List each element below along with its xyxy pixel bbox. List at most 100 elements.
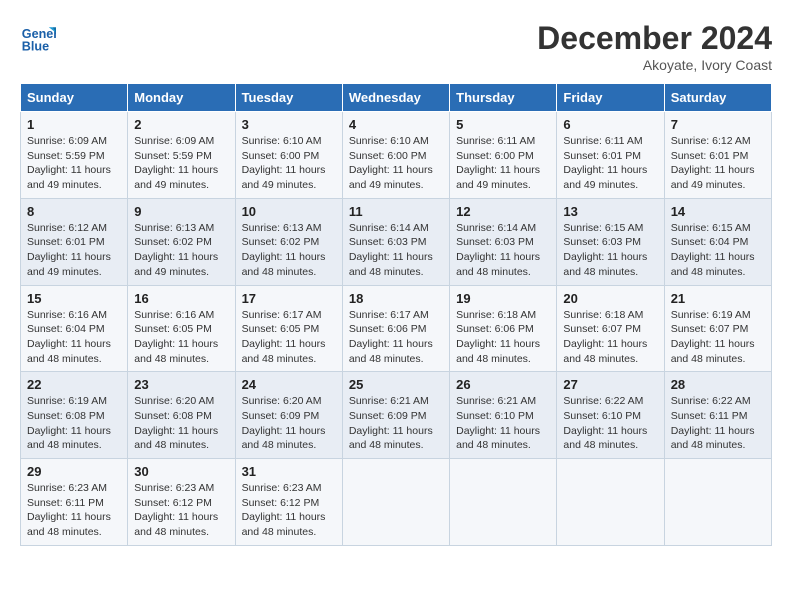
day-info: Sunrise: 6:20 AM Sunset: 6:09 PM Dayligh… — [242, 394, 336, 453]
calendar-cell: 22 Sunrise: 6:19 AM Sunset: 6:08 PM Dayl… — [21, 372, 128, 459]
calendar-row: 1 Sunrise: 6:09 AM Sunset: 5:59 PM Dayli… — [21, 112, 772, 199]
day-number: 29 — [27, 464, 121, 479]
svg-text:Blue: Blue — [22, 40, 49, 54]
day-number: 31 — [242, 464, 336, 479]
calendar-cell: 14 Sunrise: 6:15 AM Sunset: 6:04 PM Dayl… — [664, 198, 771, 285]
day-number: 12 — [456, 204, 550, 219]
col-thursday: Thursday — [450, 84, 557, 112]
day-number: 26 — [456, 377, 550, 392]
calendar-row: 8 Sunrise: 6:12 AM Sunset: 6:01 PM Dayli… — [21, 198, 772, 285]
day-info: Sunrise: 6:10 AM Sunset: 6:00 PM Dayligh… — [242, 134, 336, 193]
calendar-header: Sunday Monday Tuesday Wednesday Thursday… — [21, 84, 772, 112]
col-sunday: Sunday — [21, 84, 128, 112]
day-number: 8 — [27, 204, 121, 219]
day-info: Sunrise: 6:10 AM Sunset: 6:00 PM Dayligh… — [349, 134, 443, 193]
day-number: 18 — [349, 291, 443, 306]
calendar-cell — [342, 459, 449, 546]
calendar-cell: 19 Sunrise: 6:18 AM Sunset: 6:06 PM Dayl… — [450, 285, 557, 372]
day-number: 25 — [349, 377, 443, 392]
day-info: Sunrise: 6:16 AM Sunset: 6:04 PM Dayligh… — [27, 308, 121, 367]
col-friday: Friday — [557, 84, 664, 112]
calendar-body: 1 Sunrise: 6:09 AM Sunset: 5:59 PM Dayli… — [21, 112, 772, 546]
day-number: 27 — [563, 377, 657, 392]
calendar-cell: 24 Sunrise: 6:20 AM Sunset: 6:09 PM Dayl… — [235, 372, 342, 459]
logo-icon: General Blue — [20, 20, 56, 56]
day-number: 28 — [671, 377, 765, 392]
day-info: Sunrise: 6:12 AM Sunset: 6:01 PM Dayligh… — [671, 134, 765, 193]
day-number: 2 — [134, 117, 228, 132]
calendar-cell: 10 Sunrise: 6:13 AM Sunset: 6:02 PM Dayl… — [235, 198, 342, 285]
calendar-cell: 15 Sunrise: 6:16 AM Sunset: 6:04 PM Dayl… — [21, 285, 128, 372]
day-number: 13 — [563, 204, 657, 219]
day-info: Sunrise: 6:11 AM Sunset: 6:00 PM Dayligh… — [456, 134, 550, 193]
day-info: Sunrise: 6:14 AM Sunset: 6:03 PM Dayligh… — [456, 221, 550, 280]
day-number: 14 — [671, 204, 765, 219]
calendar-cell: 11 Sunrise: 6:14 AM Sunset: 6:03 PM Dayl… — [342, 198, 449, 285]
header-row: Sunday Monday Tuesday Wednesday Thursday… — [21, 84, 772, 112]
title-area: December 2024 Akoyate, Ivory Coast — [537, 20, 772, 73]
calendar-table: Sunday Monday Tuesday Wednesday Thursday… — [20, 83, 772, 546]
calendar-cell: 3 Sunrise: 6:10 AM Sunset: 6:00 PM Dayli… — [235, 112, 342, 199]
day-number: 9 — [134, 204, 228, 219]
day-info: Sunrise: 6:09 AM Sunset: 5:59 PM Dayligh… — [134, 134, 228, 193]
day-info: Sunrise: 6:17 AM Sunset: 6:06 PM Dayligh… — [349, 308, 443, 367]
calendar-cell: 13 Sunrise: 6:15 AM Sunset: 6:03 PM Dayl… — [557, 198, 664, 285]
calendar-cell: 30 Sunrise: 6:23 AM Sunset: 6:12 PM Dayl… — [128, 459, 235, 546]
day-number: 22 — [27, 377, 121, 392]
day-info: Sunrise: 6:11 AM Sunset: 6:01 PM Dayligh… — [563, 134, 657, 193]
calendar-cell: 5 Sunrise: 6:11 AM Sunset: 6:00 PM Dayli… — [450, 112, 557, 199]
logo: General Blue — [20, 20, 56, 56]
day-info: Sunrise: 6:23 AM Sunset: 6:12 PM Dayligh… — [134, 481, 228, 540]
day-info: Sunrise: 6:15 AM Sunset: 6:03 PM Dayligh… — [563, 221, 657, 280]
calendar-cell: 4 Sunrise: 6:10 AM Sunset: 6:00 PM Dayli… — [342, 112, 449, 199]
calendar-row: 22 Sunrise: 6:19 AM Sunset: 6:08 PM Dayl… — [21, 372, 772, 459]
calendar-cell: 12 Sunrise: 6:14 AM Sunset: 6:03 PM Dayl… — [450, 198, 557, 285]
calendar-cell — [664, 459, 771, 546]
day-number: 5 — [456, 117, 550, 132]
day-info: Sunrise: 6:15 AM Sunset: 6:04 PM Dayligh… — [671, 221, 765, 280]
calendar-cell: 17 Sunrise: 6:17 AM Sunset: 6:05 PM Dayl… — [235, 285, 342, 372]
day-info: Sunrise: 6:20 AM Sunset: 6:08 PM Dayligh… — [134, 394, 228, 453]
calendar-cell: 18 Sunrise: 6:17 AM Sunset: 6:06 PM Dayl… — [342, 285, 449, 372]
day-number: 17 — [242, 291, 336, 306]
day-number: 19 — [456, 291, 550, 306]
calendar-cell: 21 Sunrise: 6:19 AM Sunset: 6:07 PM Dayl… — [664, 285, 771, 372]
day-number: 11 — [349, 204, 443, 219]
calendar-cell: 31 Sunrise: 6:23 AM Sunset: 6:12 PM Dayl… — [235, 459, 342, 546]
calendar-cell — [557, 459, 664, 546]
day-number: 16 — [134, 291, 228, 306]
col-tuesday: Tuesday — [235, 84, 342, 112]
calendar-cell: 26 Sunrise: 6:21 AM Sunset: 6:10 PM Dayl… — [450, 372, 557, 459]
day-info: Sunrise: 6:12 AM Sunset: 6:01 PM Dayligh… — [27, 221, 121, 280]
calendar-row: 29 Sunrise: 6:23 AM Sunset: 6:11 PM Dayl… — [21, 459, 772, 546]
day-info: Sunrise: 6:22 AM Sunset: 6:11 PM Dayligh… — [671, 394, 765, 453]
day-info: Sunrise: 6:16 AM Sunset: 6:05 PM Dayligh… — [134, 308, 228, 367]
calendar-cell: 6 Sunrise: 6:11 AM Sunset: 6:01 PM Dayli… — [557, 112, 664, 199]
calendar-cell: 1 Sunrise: 6:09 AM Sunset: 5:59 PM Dayli… — [21, 112, 128, 199]
calendar-cell: 20 Sunrise: 6:18 AM Sunset: 6:07 PM Dayl… — [557, 285, 664, 372]
day-number: 20 — [563, 291, 657, 306]
day-info: Sunrise: 6:23 AM Sunset: 6:12 PM Dayligh… — [242, 481, 336, 540]
day-number: 24 — [242, 377, 336, 392]
col-monday: Monday — [128, 84, 235, 112]
day-info: Sunrise: 6:18 AM Sunset: 6:06 PM Dayligh… — [456, 308, 550, 367]
page-header: General Blue December 2024 Akoyate, Ivor… — [20, 20, 772, 73]
day-number: 23 — [134, 377, 228, 392]
calendar-cell: 2 Sunrise: 6:09 AM Sunset: 5:59 PM Dayli… — [128, 112, 235, 199]
day-info: Sunrise: 6:23 AM Sunset: 6:11 PM Dayligh… — [27, 481, 121, 540]
calendar-cell: 8 Sunrise: 6:12 AM Sunset: 6:01 PM Dayli… — [21, 198, 128, 285]
calendar-cell: 28 Sunrise: 6:22 AM Sunset: 6:11 PM Dayl… — [664, 372, 771, 459]
day-number: 21 — [671, 291, 765, 306]
calendar-row: 15 Sunrise: 6:16 AM Sunset: 6:04 PM Dayl… — [21, 285, 772, 372]
day-info: Sunrise: 6:22 AM Sunset: 6:10 PM Dayligh… — [563, 394, 657, 453]
calendar-cell: 7 Sunrise: 6:12 AM Sunset: 6:01 PM Dayli… — [664, 112, 771, 199]
day-number: 15 — [27, 291, 121, 306]
day-info: Sunrise: 6:18 AM Sunset: 6:07 PM Dayligh… — [563, 308, 657, 367]
day-info: Sunrise: 6:19 AM Sunset: 6:07 PM Dayligh… — [671, 308, 765, 367]
day-info: Sunrise: 6:13 AM Sunset: 6:02 PM Dayligh… — [134, 221, 228, 280]
col-saturday: Saturday — [664, 84, 771, 112]
day-info: Sunrise: 6:09 AM Sunset: 5:59 PM Dayligh… — [27, 134, 121, 193]
calendar-cell: 16 Sunrise: 6:16 AM Sunset: 6:05 PM Dayl… — [128, 285, 235, 372]
calendar-cell — [450, 459, 557, 546]
day-info: Sunrise: 6:17 AM Sunset: 6:05 PM Dayligh… — [242, 308, 336, 367]
